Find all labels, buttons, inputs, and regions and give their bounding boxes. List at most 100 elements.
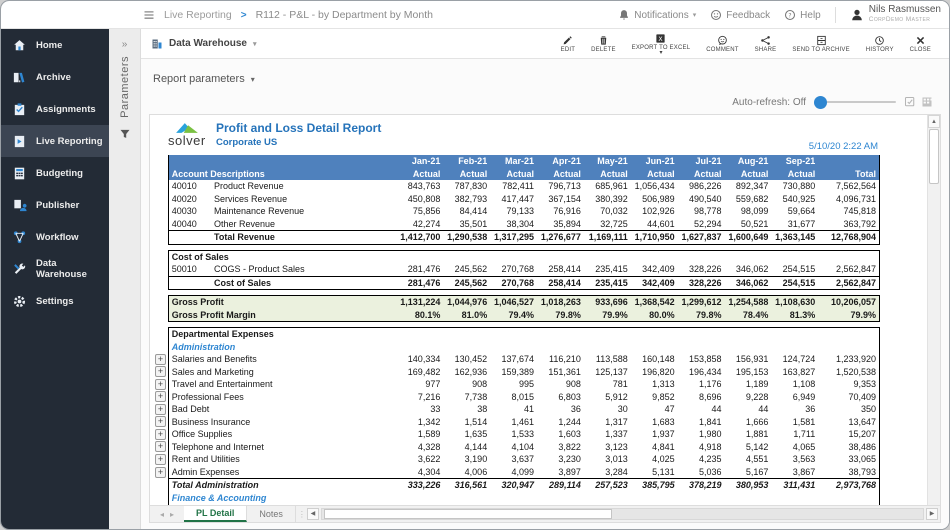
close-button[interactable]: CLOSE xyxy=(902,29,939,59)
sidebar-item-data-warehouse[interactable]: Data Warehouse xyxy=(1,253,109,285)
send-to-archive-button[interactable]: SEND TO ARCHIVE xyxy=(784,29,857,59)
expand-row-button[interactable]: + xyxy=(155,416,166,427)
slider-knob[interactable] xyxy=(814,96,827,109)
table-row: +Professional Fees7,2167,7388,0156,8035,… xyxy=(154,391,880,404)
cell-value: 137,674 xyxy=(490,353,537,366)
cell-value: 81.0% xyxy=(443,309,490,322)
expand-row-button[interactable]: + xyxy=(155,391,166,402)
cell-value: 378,219 xyxy=(678,479,725,492)
sheet-tab-notes[interactable]: Notes xyxy=(247,506,296,522)
chevron-down-icon: ▾ xyxy=(659,51,662,55)
delete-button[interactable]: DELETE xyxy=(583,29,624,59)
cell-value: 3,822 xyxy=(537,441,584,454)
row-label: Finance & Accounting xyxy=(168,492,396,505)
tab-splitter-handle[interactable]: ⋮ xyxy=(298,510,305,519)
breadcrumb-section[interactable]: Live Reporting xyxy=(164,9,232,21)
hamburger-menu-icon[interactable] xyxy=(143,9,155,21)
data-source-dropdown[interactable]: Data Warehouse ▾ xyxy=(151,38,257,50)
expand-row-button[interactable]: + xyxy=(155,454,166,465)
cell-value: 1,520,538 xyxy=(818,366,879,379)
cell-value: 685,961 xyxy=(584,180,631,193)
cell-value: 196,434 xyxy=(678,366,725,379)
row-label: Total Administration xyxy=(168,479,396,492)
share-button[interactable]: SHARE xyxy=(747,29,785,59)
horizontal-scrollbar[interactable] xyxy=(321,508,924,520)
parameters-panel-toggle[interactable]: » Parameters xyxy=(109,29,141,529)
auto-refresh-slider[interactable] xyxy=(814,95,896,109)
cell-value: 79.8% xyxy=(678,309,725,322)
expand-row-button[interactable]: + xyxy=(155,429,166,440)
manual-refresh-icon[interactable] xyxy=(904,96,916,108)
cell-value xyxy=(631,250,678,263)
vertical-scroll-thumb[interactable] xyxy=(929,129,939,184)
sidebar-item-workflow[interactable]: Workflow xyxy=(1,221,109,253)
sidebar-item-budgeting[interactable]: Budgeting xyxy=(1,157,109,189)
expand-row-button[interactable]: + xyxy=(155,441,166,452)
expand-panel-icon[interactable]: » xyxy=(122,39,128,50)
cell-value: 1,046,527 xyxy=(490,296,537,309)
row-label: Services Revenue xyxy=(211,193,396,206)
month-col-header: Feb-21 xyxy=(443,155,490,168)
cell-value: 235,415 xyxy=(584,276,631,290)
feedback-button[interactable]: Feedback xyxy=(710,9,770,21)
sidebar-item-settings[interactable]: Settings xyxy=(1,285,109,317)
solver-triangle-icon xyxy=(175,123,199,133)
prev-sheet-button[interactable]: ◂ xyxy=(160,510,164,519)
horizontal-scroll-thumb[interactable] xyxy=(324,509,613,519)
cell-value: 781 xyxy=(584,378,631,391)
history-button[interactable]: HISTORY xyxy=(858,29,902,59)
cell-value: 7,216 xyxy=(396,391,443,404)
account-number: 40020 xyxy=(168,193,211,206)
table-row: +Salaries and Benefits140,334130,452137,… xyxy=(154,353,880,366)
edit-button[interactable]: EDIT xyxy=(553,29,583,59)
comment-button[interactable]: COMMENT xyxy=(698,29,746,59)
next-sheet-button[interactable]: ▸ xyxy=(170,510,174,519)
sidebar-item-label: Settings xyxy=(36,296,73,307)
sheet-tab-pl-detail[interactable]: PL Detail xyxy=(184,506,247,522)
row-label: Professional Fees xyxy=(168,391,396,404)
help-button[interactable]: ? Help xyxy=(784,9,821,21)
expand-row-button[interactable]: + xyxy=(155,467,166,478)
expand-row-button[interactable]: + xyxy=(155,354,166,365)
cell-value: 6,803 xyxy=(537,391,584,404)
sidebar-item-publisher[interactable]: Publisher xyxy=(1,189,109,221)
cell-value xyxy=(490,328,537,341)
cell-value: 36 xyxy=(537,403,584,416)
report-toolbar: Data Warehouse ▾ EDITDELETEXEXPORT TO EX… xyxy=(141,29,949,59)
user-menu[interactable]: Nils Rasmussen CorpDemo Master xyxy=(850,5,941,25)
cell-value: 1,276,677 xyxy=(537,231,584,245)
cell-value: 196,820 xyxy=(631,366,678,379)
expand-row-button[interactable]: + xyxy=(155,404,166,415)
sidebar-item-archive[interactable]: Archive xyxy=(1,61,109,93)
expand-row-button[interactable]: + xyxy=(155,366,166,377)
cell-value xyxy=(396,250,443,263)
cell-value: 977 xyxy=(396,378,443,391)
cabinet-icon xyxy=(816,35,827,46)
table-row: 40010Product Revenue843,763787,830782,41… xyxy=(154,180,880,193)
sidebar-item-home[interactable]: Home xyxy=(1,29,109,61)
row-label: Total Revenue xyxy=(211,231,396,245)
report-parameters-toggle[interactable]: Report parameters ▾ xyxy=(153,73,255,85)
vertical-scrollbar[interactable]: ▲ xyxy=(927,115,940,505)
account-number: 40030 xyxy=(168,205,211,218)
export-to-excel-button[interactable]: XEXPORT TO EXCEL▾ xyxy=(624,29,699,59)
cell-value: 281,476 xyxy=(396,263,443,276)
cell-value: 2,973,768 xyxy=(818,479,879,492)
sidebar-item-live-reporting[interactable]: Live Reporting xyxy=(1,125,109,157)
cell-value: 540,925 xyxy=(771,193,818,206)
notifications-button[interactable]: Notifications ▾ xyxy=(618,9,696,21)
expand-row-button[interactable]: + xyxy=(155,379,166,390)
cell-value: 333,226 xyxy=(396,479,443,492)
cell-value: 12,768,904 xyxy=(818,231,879,245)
cell-value: 75,856 xyxy=(396,205,443,218)
scroll-up-button[interactable]: ▲ xyxy=(928,115,940,128)
user-avatar-icon xyxy=(850,8,864,22)
cell-value: 47 xyxy=(631,403,678,416)
scroll-right-button[interactable]: ▶ xyxy=(926,508,938,520)
cell-value xyxy=(584,250,631,263)
sidebar-item-assignments[interactable]: Assignments xyxy=(1,93,109,125)
cell-value: 1,881 xyxy=(725,428,772,441)
grid-view-icon[interactable] xyxy=(921,96,933,108)
scroll-left-button[interactable]: ◀ xyxy=(307,508,319,520)
cell-value xyxy=(584,328,631,341)
